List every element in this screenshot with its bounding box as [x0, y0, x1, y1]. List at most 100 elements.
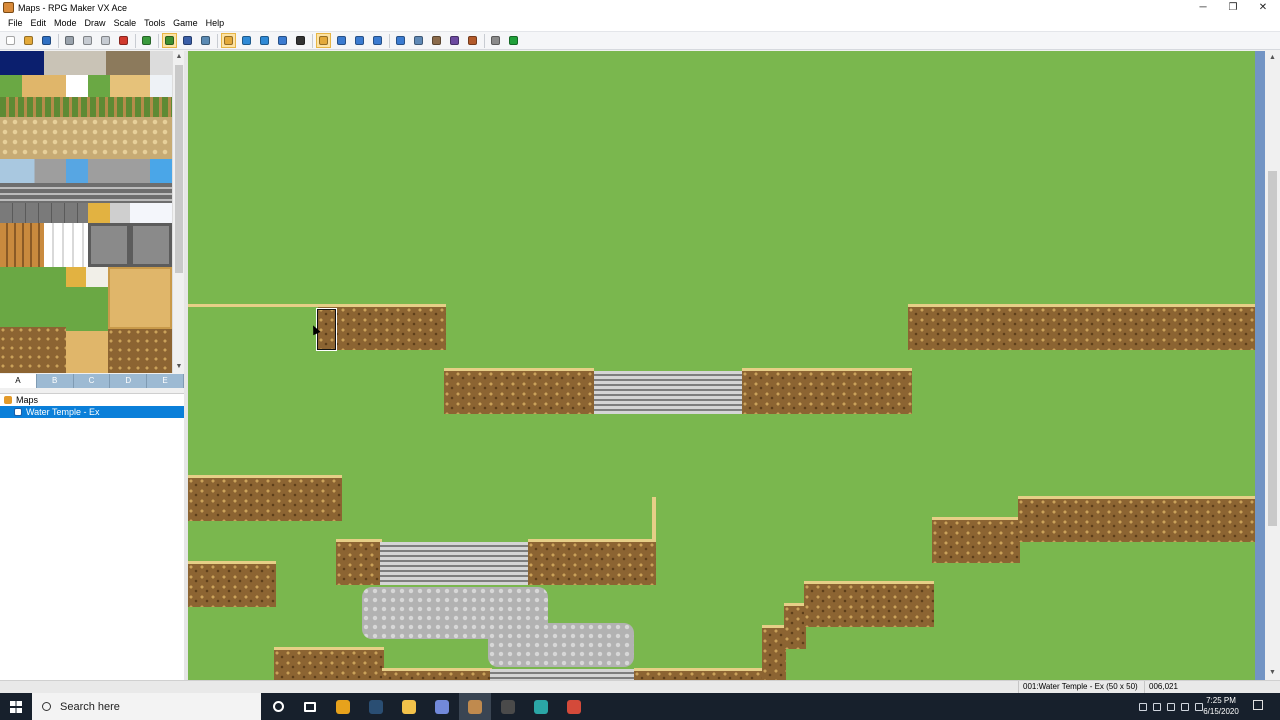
- map-scroll-thumb[interactable]: [1268, 171, 1277, 526]
- file-explorer-icon[interactable]: [393, 693, 425, 720]
- task-view-icon[interactable]: [294, 693, 326, 720]
- map-scroll-down-icon[interactable]: ▼: [1265, 666, 1280, 680]
- tile-autotile-sand[interactable]: [108, 267, 172, 329]
- map-layer-icon[interactable]: [162, 33, 177, 48]
- tab-d[interactable]: D: [110, 374, 148, 388]
- obs-icon[interactable]: [492, 693, 524, 720]
- clock[interactable]: 7:25 PM 6/15/2020: [1196, 695, 1246, 717]
- zoom-1-2-icon[interactable]: [334, 33, 349, 48]
- tile-light-stone[interactable]: [110, 203, 130, 223]
- notifications-icon[interactable]: [1253, 700, 1263, 710]
- tile-white-stone[interactable]: [150, 51, 172, 75]
- tile-sand-c[interactable]: [66, 331, 108, 373]
- tile-gold[interactable]: [88, 203, 110, 223]
- cut-icon[interactable]: [62, 33, 77, 48]
- open-project-icon[interactable]: [21, 33, 36, 48]
- tileset-scrollbar[interactable]: ▲ ▼: [172, 51, 184, 373]
- character-generator-icon[interactable]: [465, 33, 480, 48]
- sound-test-icon[interactable]: [447, 33, 462, 48]
- tile-grass-a[interactable]: [0, 75, 22, 97]
- save-project-icon[interactable]: [39, 33, 54, 48]
- tab-b[interactable]: B: [37, 374, 74, 388]
- pencil-icon[interactable]: [221, 33, 236, 48]
- tile-wood-wall[interactable]: [0, 223, 44, 267]
- tile-cliff-a[interactable]: [0, 327, 66, 373]
- onedrive-icon[interactable]: [1153, 702, 1161, 711]
- tile-dirt-stone[interactable]: [0, 117, 172, 159]
- map-scroll-up-icon[interactable]: ▲: [1265, 51, 1280, 65]
- tile-bark[interactable]: [106, 51, 150, 75]
- tile-sand-a[interactable]: [22, 75, 66, 97]
- network-icon[interactable]: [1167, 702, 1175, 711]
- tileset-scroll-thumb[interactable]: [175, 65, 183, 273]
- menu-mode[interactable]: Mode: [50, 18, 81, 28]
- region-layer-icon[interactable]: [198, 33, 213, 48]
- map-canvas[interactable]: [188, 51, 1255, 680]
- chevron-up-icon[interactable]: [1139, 702, 1147, 711]
- tile-water-b[interactable]: [66, 159, 88, 183]
- volume-icon[interactable]: [1181, 702, 1189, 711]
- event-layer-icon[interactable]: [180, 33, 195, 48]
- tile-shallow-water[interactable]: [150, 159, 172, 183]
- tileset-palette[interactable]: [0, 51, 172, 373]
- menu-edit[interactable]: Edit: [27, 18, 51, 28]
- tile-sand-b[interactable]: [110, 75, 150, 97]
- taskbar-search[interactable]: Search here: [32, 693, 261, 720]
- tile-stone-block-b[interactable]: [130, 223, 172, 267]
- menu-tools[interactable]: Tools: [140, 18, 169, 28]
- ellipse-icon[interactable]: [257, 33, 272, 48]
- tree-item-water-temple[interactable]: Water Temple - Ex: [0, 406, 184, 418]
- playtest-icon[interactable]: [506, 33, 521, 48]
- menu-scale[interactable]: Scale: [110, 18, 141, 28]
- tile-stairs[interactable]: [0, 183, 172, 203]
- database-icon[interactable]: [393, 33, 408, 48]
- zoom-1-8-icon[interactable]: [370, 33, 385, 48]
- tree-root[interactable]: Maps: [0, 394, 184, 406]
- new-project-icon[interactable]: [3, 33, 18, 48]
- rpg-maker-icon[interactable]: [459, 693, 491, 720]
- tile-grass-b[interactable]: [88, 75, 110, 97]
- menu-file[interactable]: File: [4, 18, 27, 28]
- tile-grass-edge[interactable]: [0, 97, 172, 117]
- map-vertical-scrollbar[interactable]: ▲ ▼: [1265, 51, 1280, 680]
- minimize-button[interactable]: ─: [1188, 0, 1218, 15]
- cortana-icon[interactable]: [262, 693, 294, 720]
- game-folder-icon[interactable]: [488, 33, 503, 48]
- tile-white-pillar[interactable]: [44, 223, 88, 267]
- tile-cloud[interactable]: [130, 203, 172, 223]
- tile-paper[interactable]: [86, 267, 108, 287]
- tab-c[interactable]: C: [74, 374, 111, 388]
- menu-draw[interactable]: Draw: [81, 18, 110, 28]
- undo-icon[interactable]: [139, 33, 154, 48]
- screen-sketch-icon[interactable]: [525, 693, 557, 720]
- tile-wood-plank[interactable]: [44, 51, 106, 75]
- maximize-button[interactable]: ❐: [1218, 0, 1248, 15]
- resource-manager-icon[interactable]: [411, 33, 426, 48]
- script-editor-icon[interactable]: [429, 33, 444, 48]
- tile-ice[interactable]: [150, 75, 172, 97]
- discord-icon[interactable]: [426, 693, 458, 720]
- tile-stone-block-a[interactable]: [88, 223, 130, 267]
- tile-chest[interactable]: [66, 267, 86, 287]
- chrome-icon[interactable]: [327, 693, 359, 720]
- start-button[interactable]: [0, 693, 32, 720]
- rectangle-icon[interactable]: [239, 33, 254, 48]
- tab-a[interactable]: A: [0, 374, 37, 388]
- shadow-pen-icon[interactable]: [293, 33, 308, 48]
- paste-icon[interactable]: [98, 33, 113, 48]
- close-button[interactable]: ✕: [1248, 0, 1278, 15]
- tile-cliff-b[interactable]: [108, 329, 172, 373]
- flood-fill-icon[interactable]: [275, 33, 290, 48]
- zoom-1-1-icon[interactable]: [316, 33, 331, 48]
- menu-game[interactable]: Game: [169, 18, 202, 28]
- zoom-1-4-icon[interactable]: [352, 33, 367, 48]
- tile-snow[interactable]: [66, 75, 88, 97]
- tile-brick-gray[interactable]: [0, 203, 88, 223]
- tile-deep-water[interactable]: [0, 51, 44, 75]
- menu-help[interactable]: Help: [202, 18, 229, 28]
- chrome-alt-icon[interactable]: [558, 693, 590, 720]
- copy-icon[interactable]: [80, 33, 95, 48]
- steam-icon[interactable]: [360, 693, 392, 720]
- delete-icon[interactable]: [116, 33, 131, 48]
- tab-e[interactable]: E: [147, 374, 184, 388]
